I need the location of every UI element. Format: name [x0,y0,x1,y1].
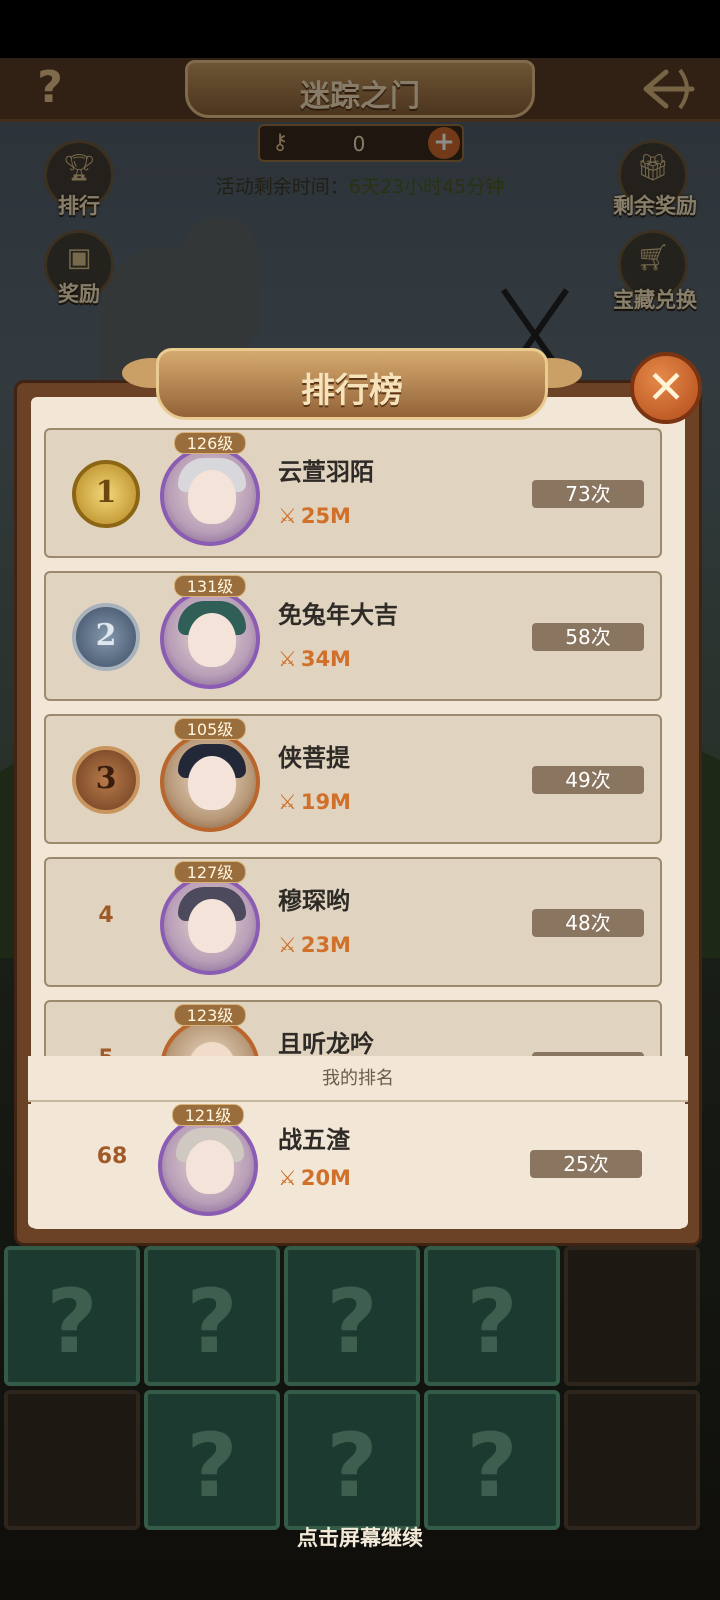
crossed-swords-icon: ⚔︎ [278,504,297,528]
empty-card-slot [564,1246,700,1386]
tap-to-continue[interactable]: 点击屏幕继续 [0,1522,720,1552]
leaderboard-row: 5 123级 且听龙吟 [44,1000,662,1056]
player-name: 侠菩提 [278,744,350,772]
player-name: 且听龙吟 [278,1030,374,1056]
level-tag: 127级 [174,861,246,883]
avatar[interactable] [160,732,260,832]
level-tag: 131级 [174,575,246,597]
empty-card-slot [4,1390,140,1530]
close-button[interactable]: ✕ [630,352,702,424]
my-rank-label: 我的排名 [28,1056,688,1102]
crossed-swords-icon: ⚔︎ [278,790,297,814]
rank-number: 5 [72,1046,140,1056]
question-icon: ? [186,1414,238,1517]
hidden-card[interactable]: ? [4,1246,140,1386]
attempt-count: 49次 [532,766,644,794]
dialog-title: 排行榜 [301,371,403,411]
avatar[interactable] [160,446,260,546]
player-name: 战五渣 [278,1126,350,1154]
player-name: 云萱羽陌 [278,458,374,486]
leaderboard-list[interactable]: 1 126级 云萱羽陌 ⚔︎ 25M 73次 2 131级 免兔年大吉 ⚔︎ 34M… [28,420,688,1056]
bronze-medal-icon: 3 [72,746,140,814]
level-tag: 126级 [174,432,246,454]
player-name: 免兔年大吉 [278,601,398,629]
level-tag: 123级 [174,1004,246,1026]
leaderboard-row: 2 131级 免兔年大吉 ⚔︎ 34M 58次 [44,571,662,701]
combat-power: ⚔︎ 20M [278,1166,351,1190]
combat-power: ⚔︎ 23M [278,933,351,957]
combat-power: ⚔︎ 25M [278,504,351,528]
attempt-count: 48次 [532,909,644,937]
level-tag: 121级 [172,1104,244,1126]
hidden-card[interactable]: ? [144,1246,280,1386]
leaderboard-row: 3 105级 侠菩提 ⚔︎ 19M 49次 [44,714,662,844]
rank-number: 68 [96,1144,128,1169]
attempt-count: 58次 [532,623,644,651]
question-icon: ? [326,1414,378,1517]
combat-power: ⚔︎ 34M [278,647,351,671]
empty-card-slot [564,1390,700,1530]
hidden-card[interactable]: ? [284,1246,420,1386]
crossed-swords-icon: ⚔︎ [278,933,297,957]
combat-power: ⚔︎ 19M [278,790,351,814]
hidden-card[interactable]: ? [284,1390,420,1530]
player-name: 穆琛哟 [278,887,350,915]
avatar[interactable] [160,875,260,975]
question-icon: ? [466,1270,518,1373]
close-icon: ✕ [646,360,686,414]
my-rank-row: 68 121级 战五渣 ⚔︎ 20M 25次 [28,1104,688,1228]
leaderboard-row: 1 126级 云萱羽陌 ⚔︎ 25M 73次 [44,428,662,558]
attempt-count: 25次 [530,1150,642,1178]
question-icon: ? [326,1270,378,1373]
hidden-card[interactable]: ? [424,1246,560,1386]
attempt-count: 73次 [532,480,644,508]
crossed-swords-icon: ⚔︎ [278,1166,297,1190]
status-bar [0,0,720,58]
avatar[interactable] [160,589,260,689]
rank-number: 4 [98,903,114,928]
question-icon: ? [466,1414,518,1517]
gold-medal-icon: 1 [72,460,140,528]
hidden-card[interactable]: ? [144,1390,280,1530]
avatar[interactable] [158,1116,258,1216]
dialog-title-ribbon: 排行榜 [122,344,582,424]
level-tag: 105级 [174,718,246,740]
question-icon: ? [186,1270,238,1373]
crossed-swords-icon: ⚔︎ [278,647,297,671]
silver-medal-icon: 2 [72,603,140,671]
hidden-card[interactable]: ? [424,1390,560,1530]
question-icon: ? [46,1270,98,1373]
leaderboard-row: 4 127级 穆琛哟 ⚔︎ 23M 48次 [44,857,662,987]
